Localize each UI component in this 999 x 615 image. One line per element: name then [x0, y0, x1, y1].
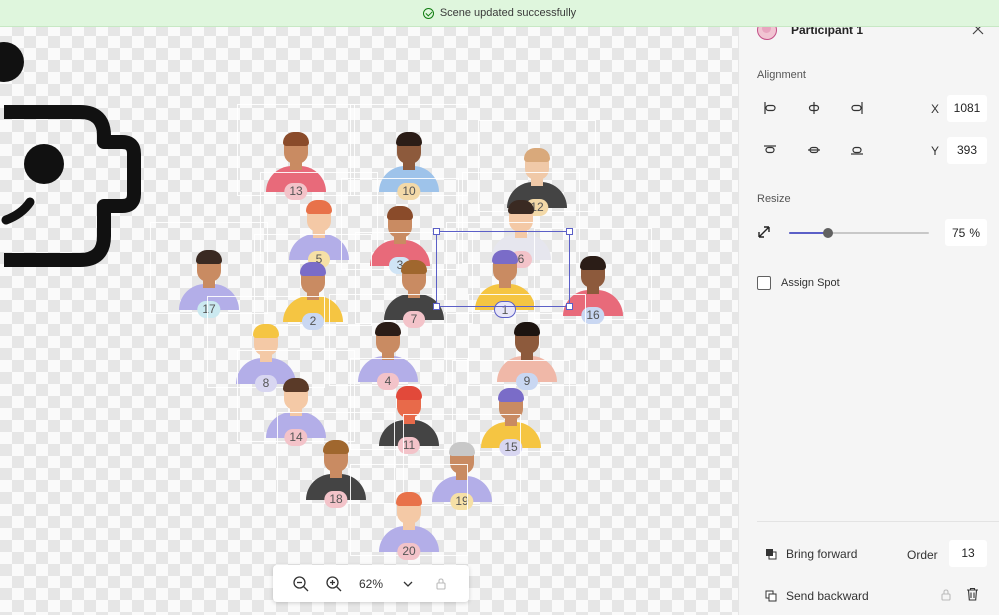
assign-spot-label: Assign Spot — [781, 277, 840, 289]
participant-number-badge: 20 — [397, 543, 421, 560]
y-position-field[interactable]: 393 — [947, 137, 987, 164]
participant-hair — [387, 206, 413, 220]
participant-hair — [283, 378, 309, 392]
resize-percent-field[interactable]: 75 % — [945, 219, 987, 246]
properties-panel: Participant 1 Alignment X 1081 Y 393 Res… — [738, 0, 999, 615]
align-right-icon — [851, 102, 863, 114]
zoom-in-button[interactable] — [318, 569, 351, 599]
resize-handle[interactable] — [433, 303, 440, 310]
align-left-button[interactable] — [759, 97, 781, 119]
zoom-out-icon — [293, 575, 309, 591]
align-middle-icon — [808, 146, 820, 154]
participant-hair — [306, 200, 332, 214]
align-bottom-icon — [851, 146, 863, 155]
x-label: X — [931, 102, 940, 116]
resize-handle[interactable] — [433, 228, 440, 235]
participant-hair — [300, 262, 326, 276]
align-top-button[interactable] — [759, 139, 781, 161]
participant-hair — [401, 260, 427, 274]
send-backward-label: Send backward — [786, 589, 869, 603]
participant-hair — [514, 322, 540, 336]
order-label: Order — [907, 548, 938, 562]
align-center-horizontal-button[interactable] — [803, 97, 825, 119]
lock-icon — [436, 578, 446, 590]
resize-handle[interactable] — [566, 228, 573, 235]
participant-hair — [375, 322, 401, 336]
participant-hair — [396, 386, 422, 400]
bring-forward-button[interactable]: Bring forward — [765, 547, 857, 561]
align-top-icon — [764, 145, 776, 154]
bring-forward-icon — [765, 548, 777, 560]
selection-box[interactable] — [433, 228, 573, 310]
order-field[interactable]: 13 — [949, 540, 987, 567]
align-center-horizontal-icon — [808, 102, 820, 114]
lock-icon[interactable] — [940, 588, 952, 601]
participant-hair — [524, 148, 550, 162]
lock-button[interactable] — [424, 569, 457, 599]
status-toast: Scene updated successfully — [0, 0, 999, 27]
chevron-down-icon — [403, 581, 413, 587]
participant-hair — [196, 250, 222, 264]
participant-hair — [396, 132, 422, 146]
participant-20[interactable]: 20 — [350, 464, 468, 560]
resize-label: Resize — [757, 193, 791, 205]
resize-handle[interactable] — [566, 303, 573, 310]
participant-hair — [580, 256, 606, 270]
align-left-icon — [764, 102, 776, 114]
resize-value: 75 — [951, 225, 966, 240]
participant-hair — [449, 442, 475, 456]
zoom-dropdown-button[interactable] — [391, 569, 424, 599]
align-bottom-button[interactable] — [846, 139, 868, 161]
success-check-icon — [422, 7, 434, 19]
participant-hair — [253, 324, 279, 338]
robot-logo-icon — [0, 42, 141, 267]
participant-hair — [498, 388, 524, 402]
delete-icon[interactable] — [966, 587, 979, 601]
assign-spot-checkbox[interactable] — [757, 276, 771, 290]
alignment-label: Alignment — [757, 69, 806, 81]
divider — [757, 521, 999, 522]
resize-arrows-icon — [758, 226, 770, 238]
participant-hair — [396, 492, 422, 506]
send-backward-icon — [765, 590, 777, 602]
participant-hair — [323, 440, 349, 454]
participant-hair — [283, 132, 309, 146]
zoom-in-icon — [326, 575, 342, 591]
resize-slider-thumb[interactable] — [823, 228, 834, 238]
align-right-button[interactable] — [846, 97, 868, 119]
toast-message: Scene updated successfully — [439, 7, 577, 19]
zoom-toolbar: 62% — [273, 565, 469, 602]
participant-number-badge: 18 — [324, 491, 348, 508]
zoom-out-button[interactable] — [285, 569, 318, 599]
participant-hair — [508, 200, 534, 214]
align-middle-button[interactable] — [803, 139, 825, 161]
zoom-level: 62% — [358, 576, 384, 591]
resize-unit: % — [969, 225, 981, 240]
x-position-field[interactable]: 1081 — [947, 95, 987, 122]
send-backward-button[interactable]: Send backward — [765, 589, 869, 603]
bring-forward-label: Bring forward — [786, 547, 858, 561]
resize-slider[interactable] — [789, 228, 929, 238]
y-label: Y — [931, 144, 940, 158]
scene-canvas[interactable]: 13 10 12 5 3 6 17 2 7 1 16 8 4 9 14 11 15 18 19 20 62% — [0, 0, 738, 615]
